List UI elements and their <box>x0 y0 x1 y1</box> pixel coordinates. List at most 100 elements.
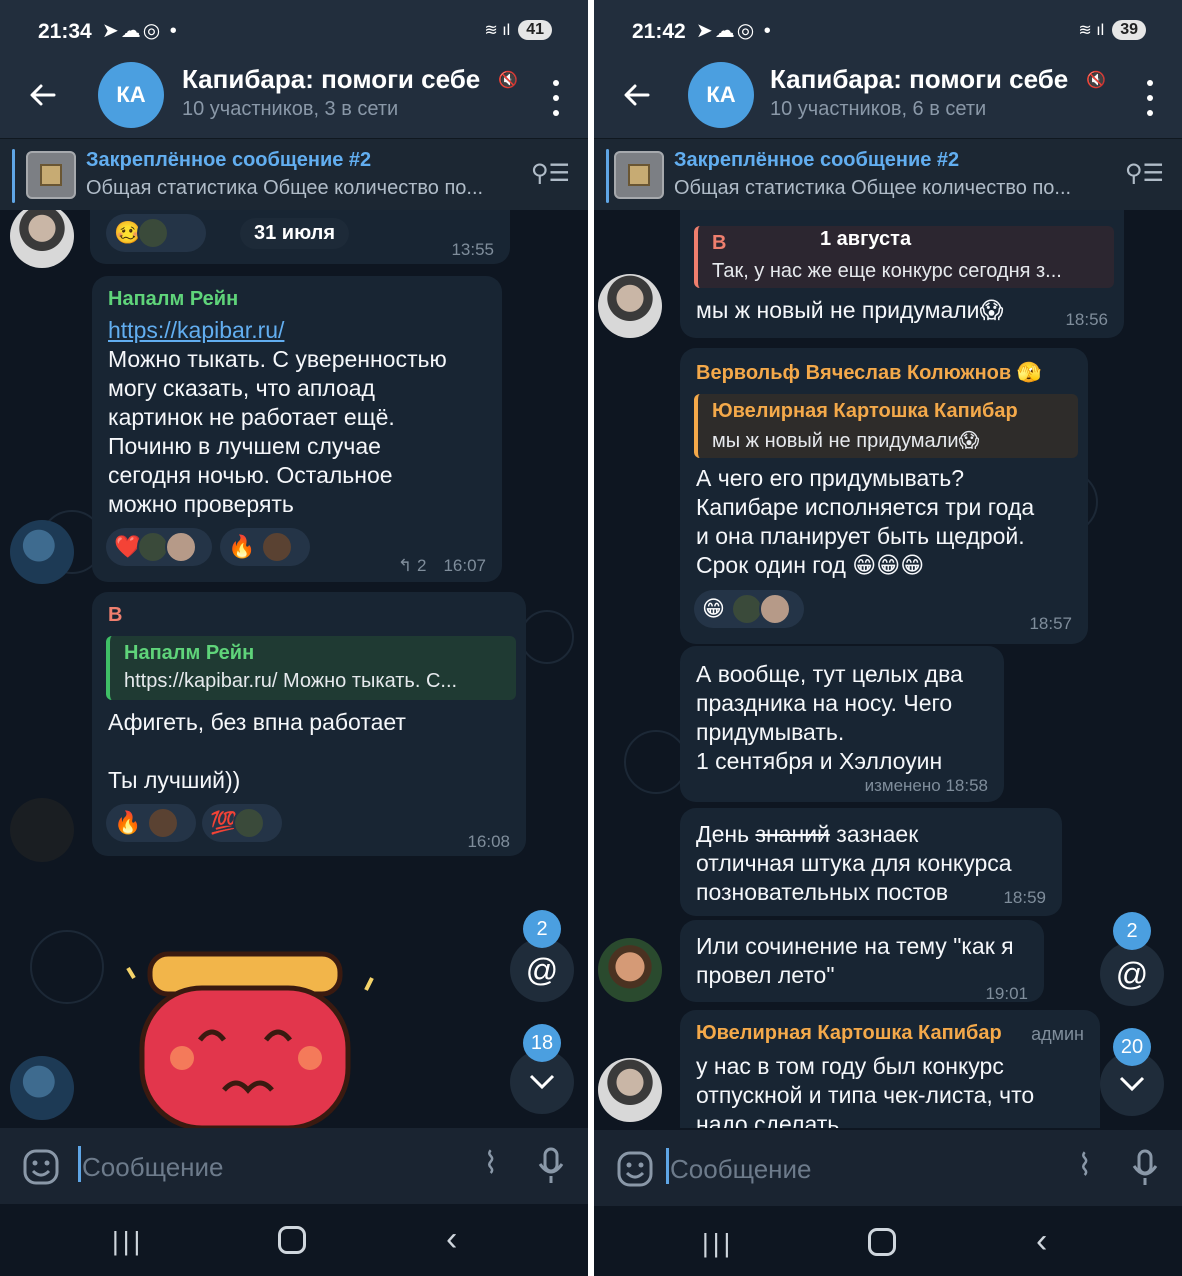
emoji-icon[interactable] <box>616 1150 654 1188</box>
message-bubble[interactable]: 🥴 31 июля 13:55 <box>90 210 510 264</box>
pinned-message-bar[interactable]: Закреплённое сообщение #2 Общая статисти… <box>594 138 1182 211</box>
message-time: 19:01 <box>985 984 1028 1003</box>
message-input[interactable] <box>668 1148 1032 1190</box>
message-bubble[interactable]: День знаний зазнаек отличная штука для к… <box>680 808 1062 916</box>
battery-badge: 39 <box>1112 20 1146 40</box>
message-time: 16:08 <box>467 832 510 851</box>
avatar[interactable] <box>598 1058 662 1122</box>
reaction-chip[interactable]: 🔥 <box>220 528 310 566</box>
avatar[interactable] <box>598 938 662 1002</box>
message-bubble[interactable]: А вообще, тут целых два праздника на нос… <box>680 646 1004 802</box>
pin-list-icon[interactable]: ⚲☰ <box>531 159 570 188</box>
message-link[interactable]: https://kapibar.ru/ <box>108 316 284 345</box>
message-input[interactable] <box>80 1146 444 1188</box>
emoji-icon[interactable] <box>22 1148 60 1186</box>
system-nav-bar: ||| ‹ <box>0 1204 588 1276</box>
message-time: 18:57 <box>1029 614 1072 633</box>
status-time: 21:42 <box>632 20 686 43</box>
chat-title[interactable]: Капибара: помоги себе <box>770 64 1068 95</box>
reaction-chip[interactable]: ❤️ <box>106 528 212 566</box>
message-bubble[interactable]: В Напалм Рейн https://kapibar.ru/ Можно … <box>92 592 526 856</box>
message-text: А чего его придумывать? Капибаре исполня… <box>696 465 1035 578</box>
replies-count[interactable]: ↰ 2 <box>398 556 426 576</box>
system-nav-bar: ||| ‹ <box>594 1206 1182 1276</box>
reactor-avatar <box>147 807 180 839</box>
reactor-avatar <box>261 531 294 563</box>
avatar[interactable] <box>10 210 74 268</box>
message-edited-time: изменено 18:58 <box>864 776 988 795</box>
chat-title[interactable]: Капибара: помоги себе <box>182 64 480 95</box>
mention-count-badge: 2 <box>523 910 561 948</box>
message-input-bar: ⌇ <box>0 1128 588 1204</box>
sender-name[interactable]: Напалм Рейн <box>108 288 238 311</box>
mention-count-badge: 2 <box>1113 912 1151 950</box>
reaction-chip[interactable]: 🔥 <box>106 804 196 842</box>
reply-name: Напалм Рейн <box>124 642 255 664</box>
sender-name[interactable]: В <box>108 604 122 627</box>
avatar[interactable] <box>10 1056 74 1120</box>
reaction-chip[interactable]: 😁 <box>694 590 804 628</box>
chevron-down-icon <box>1119 1076 1145 1092</box>
mention-icon: @ <box>1115 955 1149 992</box>
reaction-chip[interactable]: 🥴 <box>106 214 206 252</box>
background-doodle <box>30 930 104 1004</box>
mention-button[interactable]: @ <box>1100 942 1164 1006</box>
reply-quote[interactable]: Напалм Рейн https://kapibar.ru/ Можно ты… <box>106 636 516 700</box>
message-text-start: День <box>696 821 756 847</box>
chat-avatar[interactable]: КА <box>688 62 754 128</box>
recent-apps-icon[interactable]: ||| <box>112 1226 144 1257</box>
message-bubble[interactable]: Ювелирная Картошка Капибар админ у нас в… <box>680 1010 1100 1128</box>
reactor-avatar <box>137 217 170 249</box>
status-time: 21:34 <box>38 20 92 43</box>
back-arrow-icon[interactable] <box>620 78 654 112</box>
avatar[interactable] <box>10 520 74 584</box>
message-text: мы ж новый не придумали😱 <box>696 297 1004 323</box>
avatar[interactable] <box>598 274 662 338</box>
attach-icon[interactable]: ⌇ <box>1077 1148 1092 1183</box>
kebab-menu-icon[interactable] <box>1140 80 1160 116</box>
notification-icons: ➤☁◎ • <box>102 20 179 42</box>
nav-back-icon[interactable]: ‹ <box>446 1220 457 1259</box>
recent-apps-icon[interactable]: ||| <box>702 1228 734 1259</box>
reply-text: мы ж новый не придумали😱 <box>712 430 980 452</box>
mic-icon[interactable] <box>1130 1148 1160 1188</box>
reaction-emoji: 🔥 <box>114 810 142 835</box>
left-screen: 21:34 ➤☁◎ • ≋ ıl 41 КА Капибара: помоги … <box>0 0 588 1276</box>
reply-quote[interactable]: Ювелирная Картошка Капибар мы ж новый не… <box>694 394 1078 458</box>
chevron-down-icon <box>529 1074 555 1090</box>
unread-count-badge: 18 <box>523 1024 561 1062</box>
kebab-menu-icon[interactable] <box>546 80 566 116</box>
pin-thumbnail <box>614 151 664 199</box>
status-bar: 21:34 ➤☁◎ • ≋ ıl 41 <box>0 0 588 60</box>
reply-name: В <box>712 232 727 254</box>
date-label: 31 июля <box>240 218 350 249</box>
attach-icon[interactable]: ⌇ <box>483 1146 498 1181</box>
reaction-emoji: 😁 <box>702 596 725 621</box>
sender-name[interactable]: Вервольф Вячеслав Колюжнов 🫣 <box>696 360 1042 385</box>
message-bubble[interactable]: Или сочинение на тему "как я провел лето… <box>680 920 1044 1003</box>
home-icon[interactable] <box>868 1228 896 1256</box>
message-time: 16:07 <box>443 556 486 575</box>
message-text: День знаний зазнаек отличная штука для к… <box>696 820 1012 907</box>
message-bubble[interactable]: Напалм Рейн https://kapibar.ru/ Можно ты… <box>92 276 502 582</box>
home-icon[interactable] <box>278 1226 306 1254</box>
message-bubble[interactable]: В Так, у нас же еще конкурс сегодня з...… <box>680 210 1124 338</box>
jam-jar-sticker[interactable] <box>120 940 380 1128</box>
mic-icon[interactable] <box>536 1146 566 1186</box>
pin-text: Общая статистика Общее количество по... <box>674 177 1072 199</box>
pinned-message-bar[interactable]: Закреплённое сообщение #2 Общая статисти… <box>0 138 588 211</box>
nav-back-icon[interactable]: ‹ <box>1036 1222 1047 1261</box>
reactor-avatar <box>758 593 791 625</box>
back-arrow-icon[interactable] <box>26 78 60 112</box>
date-label: 1 августа <box>820 228 912 250</box>
message-bubble[interactable]: Вервольф Вячеслав Колюжнов 🫣 Ювелирная К… <box>680 348 1088 644</box>
signal-icon: ≋ ıl <box>1078 22 1105 39</box>
sender-name[interactable]: Ювелирная Картошка Капибар <box>696 1022 1002 1045</box>
strikethrough-text: знаний <box>755 821 830 847</box>
pin-list-icon[interactable]: ⚲☰ <box>1125 159 1164 188</box>
reaction-chip[interactable]: 💯 <box>202 804 282 842</box>
battery-badge: 41 <box>518 20 552 40</box>
chat-avatar[interactable]: КА <box>98 62 164 128</box>
pin-title: Закреплённое сообщение #2 <box>674 149 960 171</box>
avatar[interactable] <box>10 798 74 862</box>
